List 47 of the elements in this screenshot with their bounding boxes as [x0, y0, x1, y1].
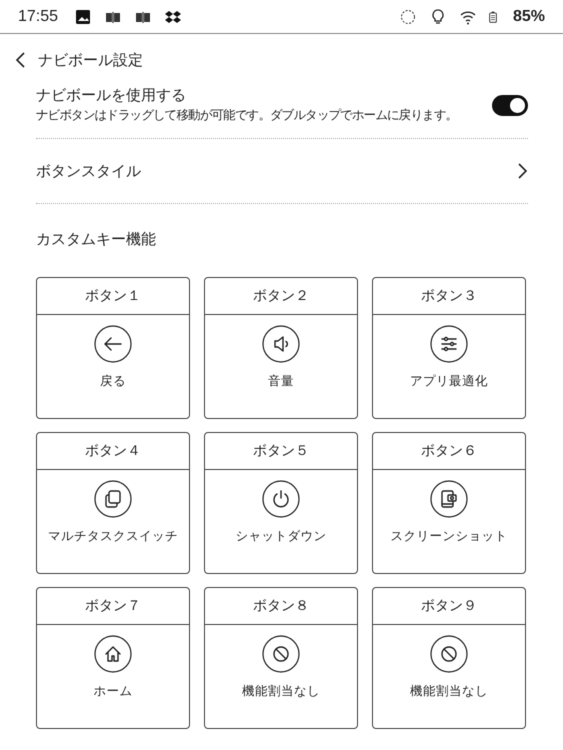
key-card[interactable]: ボタン７ ホーム [36, 587, 190, 729]
home-icon [94, 635, 132, 673]
card-title: ボタン３ [421, 287, 477, 305]
key-card[interactable]: ボタン８ 機能割当なし [204, 587, 358, 729]
clock: 17:55 [18, 8, 58, 26]
card-title: ボタン１ [85, 287, 141, 305]
function-label: アプリ最適化 [410, 373, 488, 390]
sliders-icon [430, 325, 468, 363]
key-card[interactable]: ボタン５ シャットダウン [204, 432, 358, 574]
card-title: ボタン９ [421, 597, 477, 615]
toggle-switch[interactable] [492, 94, 528, 116]
card-title: ボタン７ [85, 597, 141, 615]
function-label: 機能割当なし [242, 683, 320, 700]
image-icon [74, 8, 92, 26]
key-card[interactable]: ボタン１ 戻る [36, 277, 190, 419]
key-card[interactable]: ボタン６ スクリーンショット [372, 432, 526, 574]
key-card[interactable]: ボタン４ マルチタスクスイッチ [36, 432, 190, 574]
function-label: ホーム [94, 683, 132, 700]
menu-row[interactable]: ボタンスタイル [36, 139, 528, 204]
card-title: ボタン４ [85, 442, 141, 460]
power-icon [262, 480, 300, 518]
screenshot-icon [430, 480, 468, 518]
menu-label: ボタンスタイル [36, 162, 141, 180]
card-title: ボタン８ [253, 597, 309, 615]
page-title: ナビボール設定 [38, 50, 143, 70]
battery-percentage: 85% [512, 8, 545, 26]
function-label: スクリーンショット [390, 528, 508, 545]
setting-title: ナビボールを使用する [36, 86, 187, 105]
sync-icon [398, 8, 417, 26]
key-card[interactable]: ボタン３ アプリ最適化 [372, 277, 526, 419]
function-label: 機能割当なし [410, 683, 488, 700]
setting-description: ナビボタンはドラッグして移動が可能です。ダブルタップでホームに戻ります。 [36, 107, 458, 124]
function-label: シャットダウン [236, 528, 326, 545]
function-label: 戻る [100, 373, 126, 390]
card-title: ボタン５ [253, 442, 309, 460]
function-label: 音量 [268, 373, 294, 390]
key-card[interactable]: ボタン２ 音量 [204, 277, 358, 419]
section-title: カスタムキー機能 [36, 230, 157, 249]
prohibited-icon [262, 635, 300, 673]
chevron-icon [516, 161, 528, 181]
card-title: ボタン６ [421, 442, 477, 460]
speaker-icon [262, 325, 300, 363]
card-title: ボタン２ [253, 287, 309, 305]
key-card[interactable]: ボタン９ 機能割当なし [372, 587, 526, 729]
prohibited-icon [430, 635, 468, 673]
stacked-squares-icon [94, 480, 132, 518]
function-label: マルチタスクスイッチ [48, 528, 178, 545]
